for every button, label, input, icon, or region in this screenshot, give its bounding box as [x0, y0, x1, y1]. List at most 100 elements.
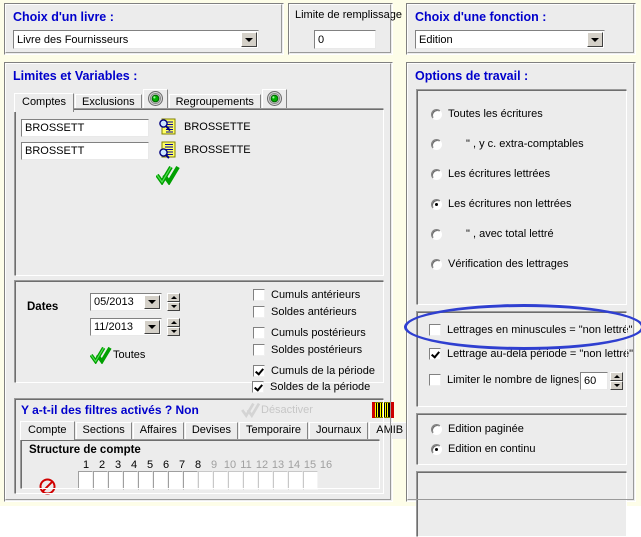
fill-limit-panel: Limite de remplissage 0	[288, 3, 402, 55]
filter-tab-sections[interactable]: Sections	[75, 422, 132, 439]
limit-lines-input[interactable]: 60	[580, 372, 608, 390]
structure-cell[interactable]	[198, 471, 213, 490]
account-to-lookup-button[interactable]	[158, 141, 176, 159]
fill-limit-input[interactable]: 0	[314, 30, 376, 49]
filters-barcode-button[interactable]	[371, 401, 395, 419]
structure-cell[interactable]	[303, 471, 318, 490]
chevron-down-icon[interactable]	[241, 32, 257, 47]
checkbox-box[interactable]	[253, 306, 265, 318]
checkbox-lettrage-au-dela-periode[interactable]: Lettrage au-delà période = "non lettré"	[429, 348, 633, 360]
structure-cell[interactable]	[168, 471, 183, 490]
function-combo[interactable]: Edition	[415, 30, 605, 49]
checkbox-box[interactable]	[429, 374, 441, 386]
account-from-input[interactable]: BROSSETT	[21, 119, 149, 137]
radio-ecritures-non-lettrees[interactable]: Les écritures non lettrées	[431, 198, 572, 210]
limit-lines-spinner[interactable]	[610, 372, 623, 390]
chevron-down-icon[interactable]	[587, 32, 603, 47]
checkbox-cumuls-periode[interactable]: Cumuls de la période	[253, 365, 375, 377]
radio-avec-total-lettre[interactable]: " , avec total lettré	[431, 228, 554, 240]
structure-number: 11	[240, 459, 252, 471]
radio-edition-continu[interactable]: Edition en continu	[431, 443, 535, 455]
filter-tab-devises[interactable]: Devises	[184, 422, 238, 439]
checkbox-box[interactable]	[253, 327, 265, 339]
filters-tabstrip[interactable]: Compte Sections Affaires Devises Tempora…	[20, 421, 411, 440]
account-from-lookup-button[interactable]	[158, 118, 176, 136]
radio-edition-paginee[interactable]: Edition paginée	[431, 423, 524, 435]
structure-number: 15	[303, 459, 317, 471]
date-to-combo[interactable]: 11/2013	[90, 318, 162, 336]
entry-scope-group: Toutes les écritures " , y c. extra-comp…	[416, 89, 627, 305]
structure-number: 1	[82, 459, 90, 471]
checkbox-limiter-lignes[interactable]: Limiter le nombre de lignes à :	[429, 374, 594, 386]
structure-cell[interactable]	[138, 471, 153, 490]
book-combo-value: Livre des Fournisseurs	[17, 33, 129, 46]
filter-tab-affaires[interactable]: Affaires	[132, 422, 184, 439]
structure-cell[interactable]	[288, 471, 303, 490]
structure-cell[interactable]	[273, 471, 288, 490]
radio-button[interactable]	[431, 423, 442, 435]
structure-cell[interactable]	[258, 471, 273, 490]
checkbox-soldes-periode[interactable]: Soldes de la période	[252, 381, 370, 393]
checkbox-box[interactable]	[253, 344, 265, 356]
spinner-up-button[interactable]	[610, 372, 623, 381]
structure-clear-button[interactable]	[39, 478, 56, 495]
book-combo[interactable]: Livre des Fournisseurs	[13, 30, 259, 49]
spinner-up-button[interactable]	[167, 318, 180, 327]
tab-comptes[interactable]: Comptes	[14, 93, 75, 112]
chevron-down-icon[interactable]	[144, 295, 160, 309]
spinner-down-button[interactable]	[167, 327, 180, 336]
structure-boxes-row[interactable]	[78, 471, 318, 490]
structure-cell[interactable]	[228, 471, 243, 490]
spinner-up-button[interactable]	[167, 293, 180, 302]
filter-tab-temporaire[interactable]: Temporaire	[238, 422, 308, 439]
radio-button[interactable]	[431, 258, 442, 270]
checkbox-soldes-posterieurs[interactable]: Soldes postérieurs	[253, 344, 362, 356]
radio-verification-lettrages[interactable]: Vérification des lettrages	[431, 258, 568, 270]
filter-tab-amib[interactable]: AMIB	[369, 422, 411, 439]
checkbox-cumuls-posterieurs[interactable]: Cumuls postérieurs	[253, 327, 366, 339]
structure-cell[interactable]	[78, 471, 93, 490]
radio-button[interactable]	[431, 198, 442, 210]
structure-cell[interactable]	[153, 471, 168, 490]
radio-button[interactable]	[431, 443, 442, 455]
dates-all-button[interactable]: Toutes	[90, 346, 145, 364]
filters-disable-button[interactable]: Désactiver	[241, 402, 313, 418]
checkbox-cumuls-anterieurs[interactable]: Cumuls antérieurs	[253, 289, 360, 301]
checkbox-box[interactable]	[429, 324, 441, 336]
radio-button[interactable]	[431, 168, 442, 180]
checkbox-soldes-anterieurs[interactable]: Soldes antérieurs	[253, 306, 357, 318]
structure-title: Structure de compte	[29, 444, 141, 456]
checkbox-box[interactable]	[253, 289, 265, 301]
structure-cell[interactable]	[213, 471, 228, 490]
structure-cell[interactable]	[243, 471, 258, 490]
radio-button[interactable]	[431, 228, 442, 240]
date-to-spinner[interactable]	[167, 318, 180, 336]
structure-cell[interactable]	[183, 471, 198, 490]
date-from-combo[interactable]: 05/2013	[90, 293, 162, 311]
radio-button[interactable]	[431, 108, 442, 120]
radio-label: " , avec total lettré	[466, 228, 554, 240]
account-to-input[interactable]: BROSSETT	[21, 142, 149, 160]
chevron-down-icon[interactable]	[144, 320, 160, 334]
filter-tab-compte[interactable]: Compte	[20, 421, 75, 440]
checkbox-box[interactable]	[429, 348, 441, 360]
checkbox-box[interactable]	[253, 365, 265, 377]
structure-cell[interactable]	[108, 471, 123, 490]
radio-toutes-les-ecritures[interactable]: Toutes les écritures	[431, 108, 543, 120]
radio-extra-comptables[interactable]: " , y c. extra-comptables	[431, 138, 584, 150]
magnifier-list-icon	[159, 118, 176, 135]
spinner-down-button[interactable]	[610, 381, 623, 390]
checkbox-lettrages-minuscules[interactable]: Lettrages en minuscules = "non lettré"	[429, 324, 632, 336]
structure-cell[interactable]	[123, 471, 138, 490]
date-from-spinner[interactable]	[167, 293, 180, 311]
checkbox-box[interactable]	[252, 381, 264, 393]
radio-button[interactable]	[431, 138, 442, 150]
spinner-down-button[interactable]	[167, 302, 180, 311]
checkbox-label: Cumuls postérieurs	[271, 327, 366, 339]
accounts-select-all-button[interactable]	[155, 165, 180, 186]
magnifier-list-icon	[159, 141, 176, 159]
structure-cell[interactable]	[93, 471, 108, 490]
filter-tab-journaux[interactable]: Journaux	[308, 422, 369, 439]
structure-number: 6	[162, 459, 170, 471]
radio-ecritures-lettrees[interactable]: Les écritures lettrées	[431, 168, 550, 180]
